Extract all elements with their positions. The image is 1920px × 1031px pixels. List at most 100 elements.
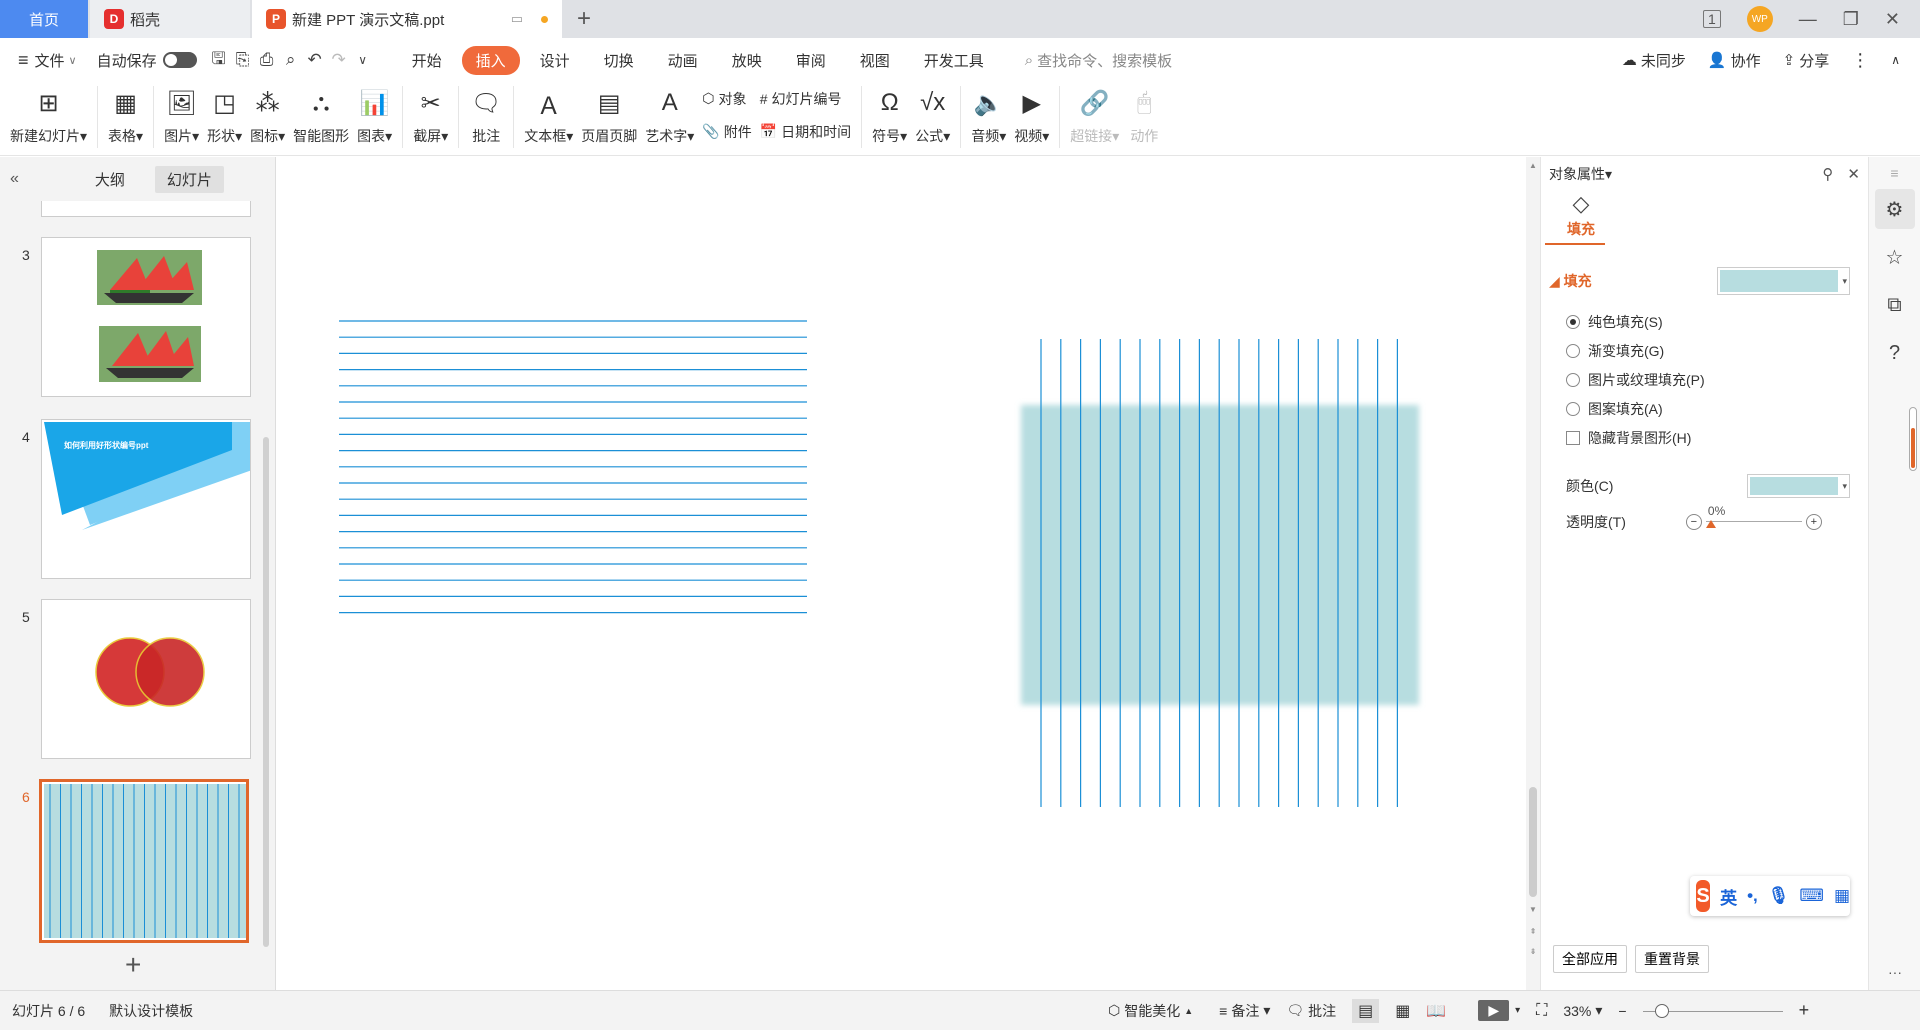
normal-view-icon[interactable]: ▤ xyxy=(1352,998,1380,1023)
header-footer-button[interactable]: ▤ 页眉页脚 xyxy=(581,82,637,148)
template-name[interactable]: 默认设计模板 xyxy=(109,1001,193,1021)
zoom-out-icon[interactable]: − xyxy=(1618,1003,1626,1019)
page-down-icon[interactable]: ⇟ xyxy=(1526,947,1540,956)
comment-button[interactable]: 🗨 批注 xyxy=(469,82,503,148)
export-icon[interactable]: ⎘ xyxy=(231,48,255,72)
slide-thumbnail-6[interactable] xyxy=(39,779,249,943)
zoom-handle[interactable] xyxy=(1654,1003,1669,1018)
panel-scrollbar[interactable] xyxy=(263,437,269,947)
zoom-slider[interactable] xyxy=(1642,1003,1783,1019)
comments-button[interactable]: 🗨 批注 xyxy=(1286,1001,1336,1021)
shape-button[interactable]: ◳ 形状▾ xyxy=(207,82,242,148)
more-tools-icon[interactable]: ··· xyxy=(1869,964,1920,980)
sync-button[interactable]: ☁ 未同步 xyxy=(1622,50,1686,71)
tab-0[interactable]: 开始 xyxy=(398,46,456,75)
slide-thumbnail-3[interactable] xyxy=(41,237,251,397)
formula-button[interactable]: √x 公式▾ xyxy=(915,82,950,148)
undo-icon[interactable]: ↶ xyxy=(303,48,327,72)
radio-button[interactable] xyxy=(1566,372,1580,387)
radio-button[interactable] xyxy=(1566,343,1580,358)
collab-button[interactable]: 👤 协作 xyxy=(1708,50,1761,71)
fill-section-toggle[interactable]: ◢ 填充 xyxy=(1549,271,1592,291)
attachment-button[interactable]: 📎 附件 xyxy=(702,122,751,142)
help-icon[interactable]: ? xyxy=(1875,333,1915,373)
beautify-button[interactable]: ⬡ 智能美化 ▲ xyxy=(1108,1001,1193,1021)
slide-thumbnail-5[interactable] xyxy=(41,599,251,759)
tab-4[interactable]: 动画 xyxy=(654,46,712,75)
reading-view-icon[interactable]: 📖 xyxy=(1426,1001,1446,1021)
print-icon[interactable]: ⎙ xyxy=(255,48,279,72)
punctuation-icon[interactable]: •, xyxy=(1747,886,1758,906)
slider-handle[interactable] xyxy=(1705,520,1716,528)
scroll-up-icon[interactable]: ▲ xyxy=(1526,161,1540,170)
preview-icon[interactable]: ⌕ xyxy=(279,48,303,72)
zoom-level[interactable]: 33% ▾ xyxy=(1563,1002,1602,1019)
tab-1[interactable]: 插入 xyxy=(461,45,520,75)
object-button[interactable]: ⬡ 对象 xyxy=(702,89,751,109)
slide-thumbnail-4[interactable]: 如何利用好形状编号ppt xyxy=(41,419,251,579)
radio-button[interactable] xyxy=(1566,314,1580,329)
search-input[interactable]: ⌕ 查找命令、搜索模板 xyxy=(1025,50,1172,71)
radio-button[interactable] xyxy=(1566,401,1580,416)
screenshot-button[interactable]: ✂ 截屏▾ xyxy=(413,82,448,148)
tab-document[interactable]: P 新建 PPT 演示文稿.ppt ▭ xyxy=(252,0,562,38)
redo-icon[interactable]: ↷ xyxy=(327,48,351,72)
tab-2[interactable]: 设计 xyxy=(526,46,584,75)
chart-button[interactable]: 📊 图表▾ xyxy=(357,82,392,148)
new-tab-button[interactable]: + xyxy=(564,0,604,38)
fit-window-icon[interactable]: ⛶ xyxy=(1536,1002,1547,1020)
reset-background-button[interactable]: 重置背景 xyxy=(1635,945,1709,973)
horizontal-lines-group[interactable] xyxy=(339,320,807,614)
avatar[interactable]: WP xyxy=(1746,6,1773,32)
transition-tool-icon[interactable]: ⧉ xyxy=(1875,285,1915,325)
minimize-icon[interactable]: — xyxy=(1799,9,1817,30)
increase-icon[interactable]: + xyxy=(1805,514,1822,530)
new-slide-button[interactable]: ⊞ 新建幻灯片▾ xyxy=(10,82,87,148)
page-up-icon[interactable]: ⇞ xyxy=(1526,927,1540,936)
apply-all-button[interactable]: 全部应用 xyxy=(1553,945,1627,973)
close-panel-icon[interactable]: ✕ xyxy=(1847,165,1860,183)
tab-home[interactable]: 首页 xyxy=(0,0,88,38)
fill-option-0[interactable]: 纯色填充(S) xyxy=(1541,307,1868,336)
prev-slide-icon[interactable]: ▼ xyxy=(1526,905,1540,914)
checkbox[interactable] xyxy=(1566,430,1580,445)
symbol-button[interactable]: Ω 符号▾ xyxy=(872,82,907,148)
slide-thumbnail-2-partial[interactable] xyxy=(41,201,251,217)
collapse-panel-icon[interactable]: « xyxy=(10,170,19,188)
smartart-button[interactable]: ⛬ 智能图形 xyxy=(293,82,349,148)
play-button[interactable]: ▶ xyxy=(1478,1000,1510,1021)
slide-number-button[interactable]: # 幻灯片编号 xyxy=(760,89,851,109)
textbox-button[interactable]: Ａ 文本框▾ xyxy=(524,82,573,148)
fill-option-1[interactable]: 渐变填充(G) xyxy=(1541,336,1868,365)
notes-button[interactable]: ≡ 备注 ▾ xyxy=(1219,1001,1270,1021)
slide-canvas[interactable] xyxy=(277,157,1526,990)
tab-5[interactable]: 放映 xyxy=(718,46,776,75)
tab-outline[interactable]: 大纲 xyxy=(83,166,137,193)
datetime-button[interactable]: 📅 日期和时间 xyxy=(760,122,851,142)
share-button[interactable]: ⇪ 分享 xyxy=(1783,50,1830,71)
save-icon[interactable]: 🖫 xyxy=(207,48,231,72)
ime-toolbar[interactable]: S 英 •, 🎙 ⌨ ▦ xyxy=(1690,876,1850,916)
table-button[interactable]: ▦ 表格▾ xyxy=(108,82,143,148)
color-dropdown[interactable]: ▾ xyxy=(1747,474,1850,498)
window-count-icon[interactable]: 1 xyxy=(1702,10,1721,28)
fill-option-3[interactable]: 图案填充(A) xyxy=(1541,394,1868,423)
audio-button[interactable]: 🔈 音频▾ xyxy=(971,82,1006,148)
star-tool-icon[interactable]: ☆ xyxy=(1875,237,1915,277)
grid-menu-icon[interactable]: ▦ xyxy=(1834,886,1850,906)
wordart-button[interactable]: A 艺术字▾ xyxy=(645,82,694,148)
zoom-in-icon[interactable]: + xyxy=(1799,1000,1810,1021)
tab-7[interactable]: 视图 xyxy=(846,46,904,75)
fill-option-2[interactable]: 图片或纹理填充(P) xyxy=(1541,365,1868,394)
picture-button[interactable]: 🖼 图片▾ xyxy=(164,82,199,148)
keyboard-icon[interactable]: ⌨ xyxy=(1799,886,1824,906)
restore-icon[interactable]: ❐ xyxy=(1843,9,1859,30)
play-options-icon[interactable]: ▾ xyxy=(1515,1005,1520,1016)
collapse-ribbon-icon[interactable]: ∧ xyxy=(1891,53,1900,67)
more-chevron-icon[interactable]: ∨ xyxy=(351,48,375,72)
transparency-slider[interactable]: 0% xyxy=(1705,504,1802,530)
tab-docer[interactable]: D 稻壳 xyxy=(90,0,250,38)
sorter-view-icon[interactable]: ▦ xyxy=(1395,1001,1410,1021)
icon-button[interactable]: ⁂ 图标▾ xyxy=(250,82,285,148)
properties-tool-icon[interactable]: ⚙ xyxy=(1874,189,1915,229)
